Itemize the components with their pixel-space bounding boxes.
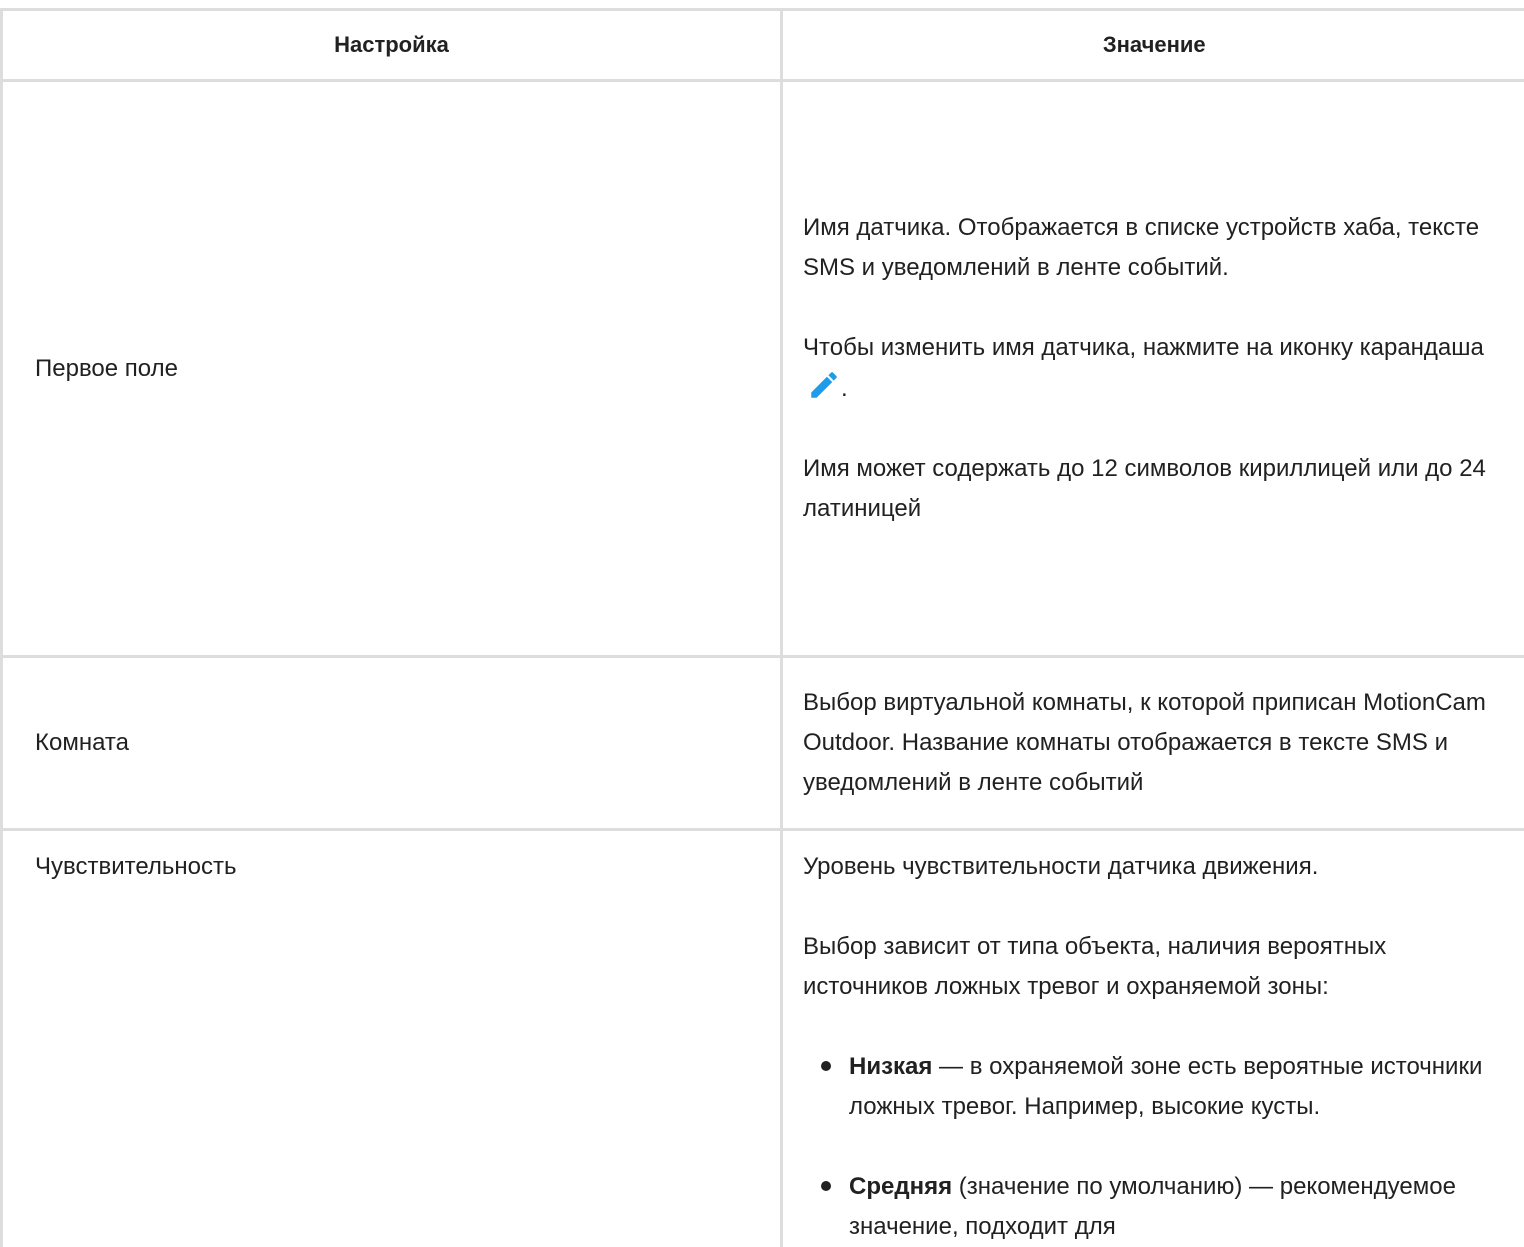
settings-table: Настройка Значение Первое поле Имя датчи… — [0, 8, 1524, 1247]
level-name: Низкая — [849, 1053, 932, 1080]
setting-label-sensitivity: Чувствительность — [2, 830, 782, 1247]
setting-value-sensitivity: Уровень чувствительности датчика движени… — [782, 830, 1524, 1247]
sensitivity-levels-list: Низкая — в охраняемой зоне есть вероятны… — [803, 1047, 1518, 1247]
name-description: Имя датчика. Отображается в списке устро… — [803, 208, 1518, 288]
bullet-icon — [821, 1061, 831, 1071]
column-header-setting: Настройка — [2, 10, 782, 81]
table-row-room: Комната Выбор виртуальной комнаты, к кот… — [2, 657, 1524, 830]
list-item: Низкая — в охраняемой зоне есть вероятны… — [803, 1047, 1518, 1127]
name-edit-hint: Чтобы изменить имя датчика, нажмите на и… — [803, 328, 1518, 409]
name-length-limit: Имя может содержать до 12 символов кирил… — [803, 449, 1518, 529]
level-name: Средняя — [849, 1173, 952, 1200]
table-row-sensitivity: Чувствительность Уровень чувствительност… — [2, 830, 1524, 1247]
name-edit-hint-end: . — [841, 375, 848, 402]
setting-value-room: Выбор виртуальной комнаты, к которой при… — [782, 657, 1524, 830]
setting-label-name: Первое поле — [2, 81, 782, 657]
setting-value-name: Имя датчика. Отображается в списке устро… — [782, 81, 1524, 657]
column-header-value: Значение — [782, 10, 1524, 81]
room-description: Выбор виртуальной комнаты, к которой при… — [803, 683, 1518, 803]
table-row-name: Первое поле Имя датчика. Отображается в … — [2, 81, 1524, 657]
pencil-icon — [807, 368, 841, 402]
bullet-icon — [821, 1181, 831, 1191]
table-header-row: Настройка Значение — [2, 10, 1524, 81]
setting-label-room: Комната — [2, 657, 782, 830]
name-edit-hint-text: Чтобы изменить имя датчика, нажмите на и… — [803, 334, 1484, 361]
level-description: — в охраняемой зоне есть вероятные источ… — [849, 1053, 1482, 1120]
sensitivity-selection-hint: Выбор зависит от типа объекта, наличия в… — [803, 927, 1518, 1007]
sensitivity-description: Уровень чувствительности датчика движени… — [803, 847, 1518, 887]
list-item: Средняя (значение по умолчанию) — рекоме… — [803, 1167, 1518, 1247]
